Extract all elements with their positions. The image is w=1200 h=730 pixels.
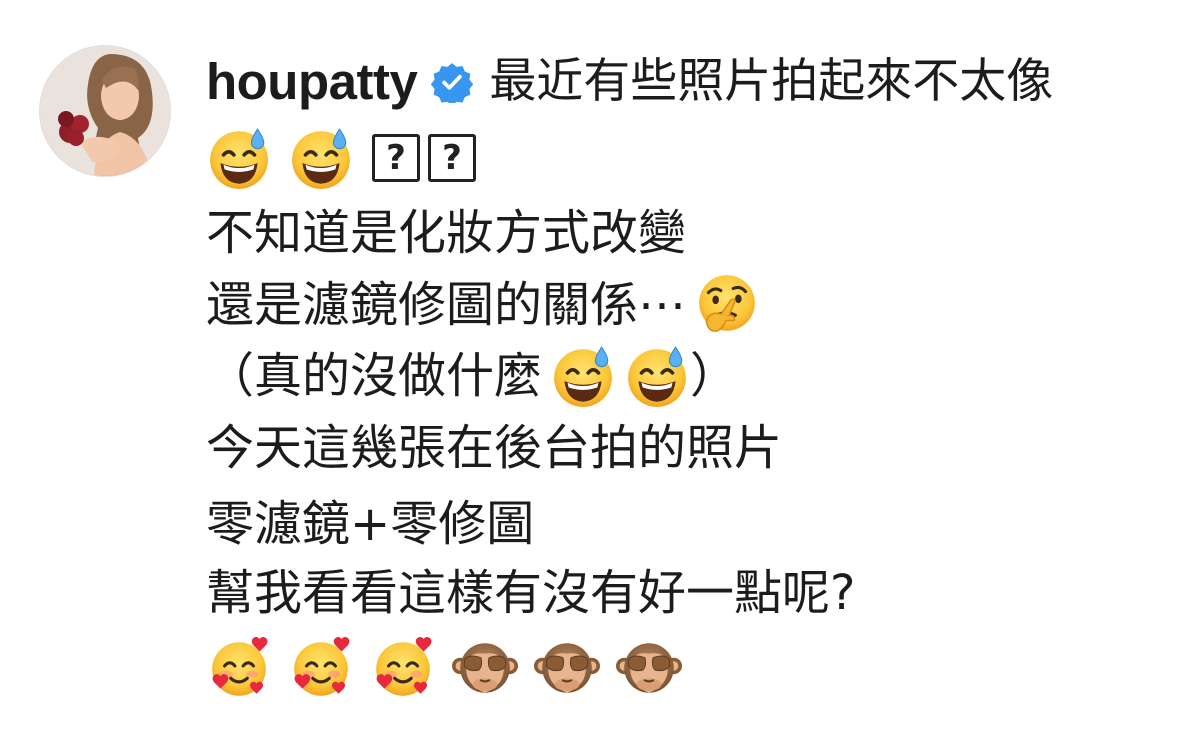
caption-text: 還是濾鏡修圖的關係⋯ (206, 277, 687, 333)
caption-text: ） (690, 348, 739, 404)
caption-text: （真的沒做什麼 (206, 348, 543, 404)
smiling-hearts-emoji-icon (370, 635, 436, 701)
caption-line-2: ? ? (206, 128, 476, 188)
caption-text: 不知道是化妝方式改變 (206, 205, 687, 261)
unknown-glyph-icon: ? (372, 134, 420, 182)
see-no-evil-monkey-emoji-icon (452, 635, 518, 701)
grinning-sweat-emoji-icon (288, 125, 354, 191)
caption-line-7: 零濾鏡+零修圖 (206, 494, 534, 554)
caption-text: 最近有些照片拍起來不太像 (489, 54, 1054, 109)
unknown-glyph-icon: ? (428, 134, 476, 182)
see-no-evil-monkey-emoji-icon (534, 635, 600, 701)
caption-line-4: 還是濾鏡修圖的關係⋯ (206, 275, 760, 335)
caption-line-6: 今天這幾張在後台拍的照片 (206, 418, 782, 478)
caption-line-5: （真的沒做什麼 ） (206, 346, 738, 406)
caption-line-1: houpatty 最近有些照片拍起來不太像 (206, 52, 1053, 112)
avatar-photo (40, 46, 170, 176)
grinning-sweat-emoji-icon (624, 343, 690, 409)
smiling-hearts-emoji-icon (288, 635, 354, 701)
smiling-hearts-emoji-icon (206, 635, 272, 701)
username-link[interactable]: houpatty (206, 54, 418, 110)
caption-line-8: 幫我看看這樣有沒有好一點呢? (206, 563, 855, 623)
caption-text: 零濾鏡+零修圖 (206, 496, 535, 552)
verified-badge-icon (431, 61, 473, 103)
profile-avatar[interactable] (40, 46, 170, 176)
caption-line-3: 不知道是化妝方式改變 (206, 203, 686, 263)
grinning-sweat-emoji-icon (206, 125, 272, 191)
thinking-face-emoji-icon (694, 272, 760, 338)
grinning-sweat-emoji-icon (550, 343, 616, 409)
caption-line-9 (206, 638, 682, 698)
caption-text: 幫我看看這樣有沒有好一點呢? (206, 565, 856, 621)
caption-text: 今天這幾張在後台拍的照片 (206, 420, 783, 476)
see-no-evil-monkey-emoji-icon (616, 635, 682, 701)
unknown-glyph-group: ? ? (372, 134, 476, 182)
